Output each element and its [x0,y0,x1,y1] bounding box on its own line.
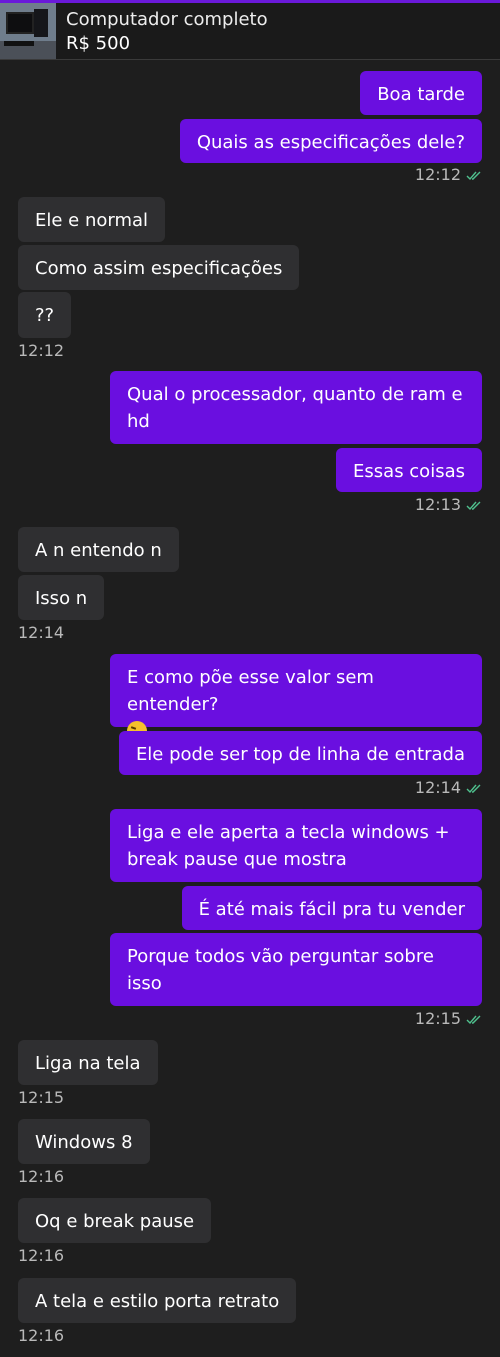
message-text: É até mais fácil pra tu vender [198,899,465,920]
incoming-message: ?? [18,292,72,338]
message-text: Ele pode ser top de linha de entrada [135,744,465,765]
incoming-message: Oq e break pause [18,1198,212,1243]
message-text: Windows 8 [35,1132,133,1153]
message-text: Ele e normal [35,210,149,231]
incoming-message: A tela e estilo porta retrato [18,1278,297,1323]
incoming-message: Windows 8 [18,1119,150,1164]
timestamp: 12:14 [18,623,65,642]
outgoing-message: É até mais fácil pra tu vender [181,886,482,930]
computer-photo-icon[interactable] [0,3,56,59]
timestamp: 12:13 [415,495,482,514]
incoming-message: Liga na tela [18,1040,158,1085]
product-title[interactable]: Computador completo [66,9,268,30]
message-text: Liga e ele aperta a tecla windows + brea… [127,822,450,870]
message-text: Essas coisas [353,461,465,482]
message-text: Isso n [35,588,88,609]
timestamp: 12:12 [18,341,65,360]
message-text: E como põe esse valor sem entender? [127,667,374,715]
message-text: Como assim especificações [35,258,283,279]
timestamp: 12:15 [415,1009,482,1028]
message-text: ?? [35,305,55,326]
message-text: Boa tarde [377,84,465,105]
outgoing-message: Porque todos vão perguntar sobre isso [110,933,482,1006]
read-receipt-icon [466,501,481,510]
incoming-message: Como assim especificações [18,245,300,290]
outgoing-message: E como põe esse valor sem entender? [110,654,482,741]
outgoing-message: Quais as especificações dele? [179,119,482,163]
outgoing-message: Qual o processador, quanto de ram e hd [110,371,482,444]
timestamp: 12:14 [415,778,482,797]
outgoing-message: Liga e ele aperta a tecla windows + brea… [110,809,482,882]
timestamp: 12:16 [18,1326,65,1345]
incoming-message: Ele e normal [18,197,166,242]
read-receipt-icon [466,1015,481,1024]
message-text: Qual o processador, quanto de ram e hd [127,384,463,432]
timestamp: 12:15 [18,1088,65,1107]
outgoing-message: Ele pode ser top de linha de entrada [118,731,482,775]
chat-header: Computador completo R$ 500 [0,3,500,60]
timestamp: 12:12 [415,165,482,184]
incoming-message: Isso n [18,575,105,620]
outgoing-message: Boa tarde [360,71,482,115]
incoming-message: A n entendo n [18,527,179,572]
message-text: Quais as especificações dele? [196,132,465,153]
timestamp: 12:16 [18,1246,65,1265]
read-receipt-icon [466,784,481,793]
message-text: A tela e estilo porta retrato [35,1291,280,1312]
outgoing-message: Essas coisas [336,448,482,492]
message-text: A n entendo n [35,540,162,561]
message-text: Oq e break pause [35,1211,195,1232]
message-text: Liga na tela [35,1053,141,1074]
product-price: R$ 500 [66,33,131,54]
read-receipt-icon [466,171,481,180]
timestamp: 12:16 [18,1167,65,1186]
message-text: Porque todos vão perguntar sobre isso [127,946,434,994]
